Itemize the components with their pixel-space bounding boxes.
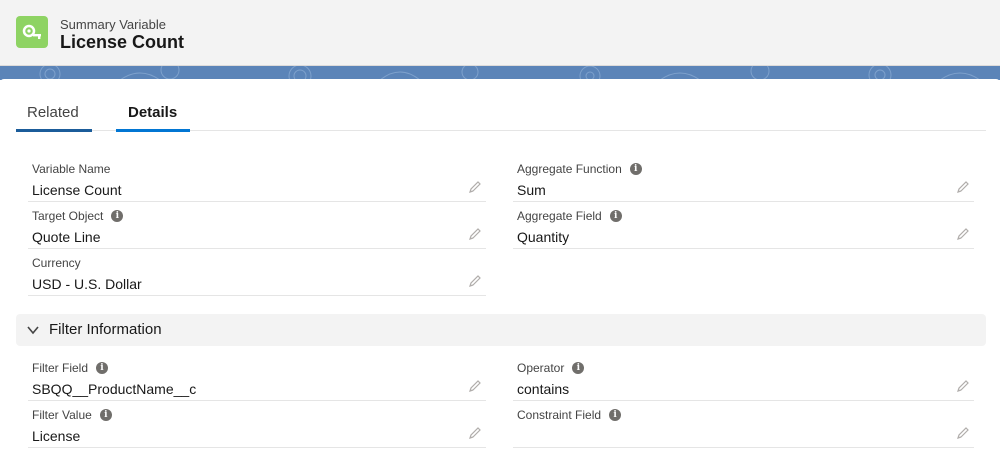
pencil-icon[interactable] — [468, 426, 482, 440]
info-icon[interactable]: i — [609, 409, 622, 421]
tab-details-label: Details — [128, 104, 178, 121]
section-title: Filter Information — [49, 321, 162, 338]
aggregate-function-label: Aggregate Function i — [517, 162, 642, 176]
constraint-field-label: Constraint Field i — [517, 408, 622, 422]
currency-value: USD - U.S. Dollar — [32, 276, 142, 292]
tab-details-underline — [116, 129, 190, 132]
variable-name-label: Variable Name — [32, 162, 111, 176]
aggregate-field-label: Aggregate Field i — [517, 209, 622, 223]
operator-label: Operator i — [517, 361, 585, 375]
tab-related-label: Related — [27, 104, 79, 121]
pencil-icon[interactable] — [956, 227, 970, 241]
page-title: License Count — [60, 32, 185, 52]
filter-field-label: Filter Field i — [32, 361, 109, 375]
info-icon[interactable]: i — [629, 163, 642, 175]
aggregate-function-field: Aggregate Function i Sum — [513, 156, 974, 202]
pencil-icon[interactable] — [956, 180, 970, 194]
info-icon[interactable]: i — [96, 362, 109, 374]
info-icon[interactable]: i — [111, 210, 124, 222]
tab-details[interactable]: Details — [116, 100, 190, 132]
target-object-field: Target Object i Quote Line — [28, 203, 486, 249]
target-object-value: Quote Line — [32, 229, 101, 245]
tab-bar: Related Details — [16, 100, 986, 132]
info-icon[interactable]: i — [572, 362, 585, 374]
record-header: Summary Variable License Count — [0, 0, 1000, 66]
operator-field: Operator i contains — [513, 355, 974, 401]
variable-name-field: Variable Name License Count — [28, 156, 486, 202]
filter-information-section-header[interactable]: Filter Information — [16, 314, 986, 346]
pencil-icon[interactable] — [468, 180, 482, 194]
summary-variable-icon — [16, 16, 48, 48]
operator-value: contains — [517, 381, 570, 397]
currency-label: Currency — [32, 256, 81, 270]
info-icon[interactable]: i — [99, 409, 112, 421]
filter-value-label: Filter Value i — [32, 408, 112, 422]
chevron-down-icon — [27, 326, 39, 335]
filter-field-field: Filter Field i SBQQ__ProductName__c — [28, 355, 486, 401]
pencil-icon[interactable] — [468, 379, 482, 393]
aggregate-field-value: Quantity — [517, 229, 570, 245]
aggregate-function-value: Sum — [517, 182, 546, 198]
currency-field: Currency USD - U.S. Dollar — [28, 250, 486, 296]
target-object-label: Target Object i — [32, 209, 124, 223]
variable-name-value: License Count — [32, 182, 122, 198]
pencil-icon[interactable] — [468, 227, 482, 241]
filter-field-value: SBQQ__ProductName__c — [32, 381, 197, 397]
pencil-icon[interactable] — [956, 379, 970, 393]
info-icon[interactable]: i — [609, 210, 622, 222]
record-type-label: Summary Variable — [60, 17, 166, 32]
constraint-field-field: Constraint Field i — [513, 402, 974, 448]
pencil-icon[interactable] — [956, 426, 970, 440]
aggregate-field-field: Aggregate Field i Quantity — [513, 203, 974, 249]
filter-value-field: Filter Value i License — [28, 402, 486, 448]
filter-value-value: License — [32, 428, 81, 444]
tab-related[interactable]: Related — [16, 100, 92, 132]
pencil-icon[interactable] — [468, 274, 482, 288]
tab-related-underline — [16, 129, 92, 132]
header-banner — [0, 60, 1000, 88]
